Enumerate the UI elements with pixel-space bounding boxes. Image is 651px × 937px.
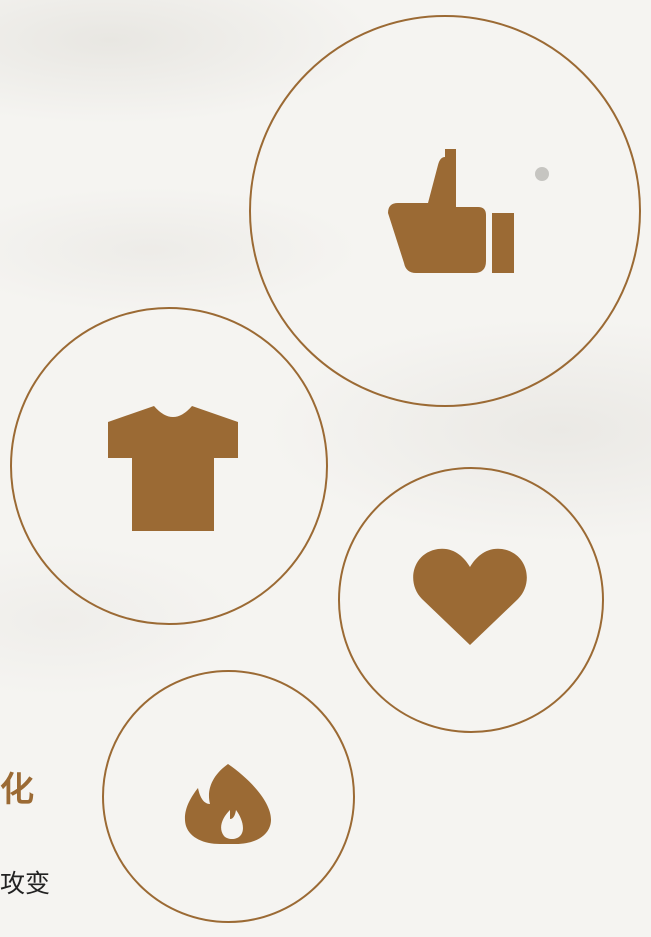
fire-circle [102,670,355,923]
body-text-fragment: 攻变 [0,869,51,898]
heart-circle [338,467,604,733]
camera-dot [535,167,549,181]
heading-fragment: 化 [0,770,34,810]
t-shirt-icon [108,406,238,531]
thumbs-up-icon [388,149,518,279]
t-shirt-circle [10,307,328,625]
fire-icon [184,764,274,844]
heart-icon [412,547,528,647]
thumbs-up-circle [249,15,641,407]
